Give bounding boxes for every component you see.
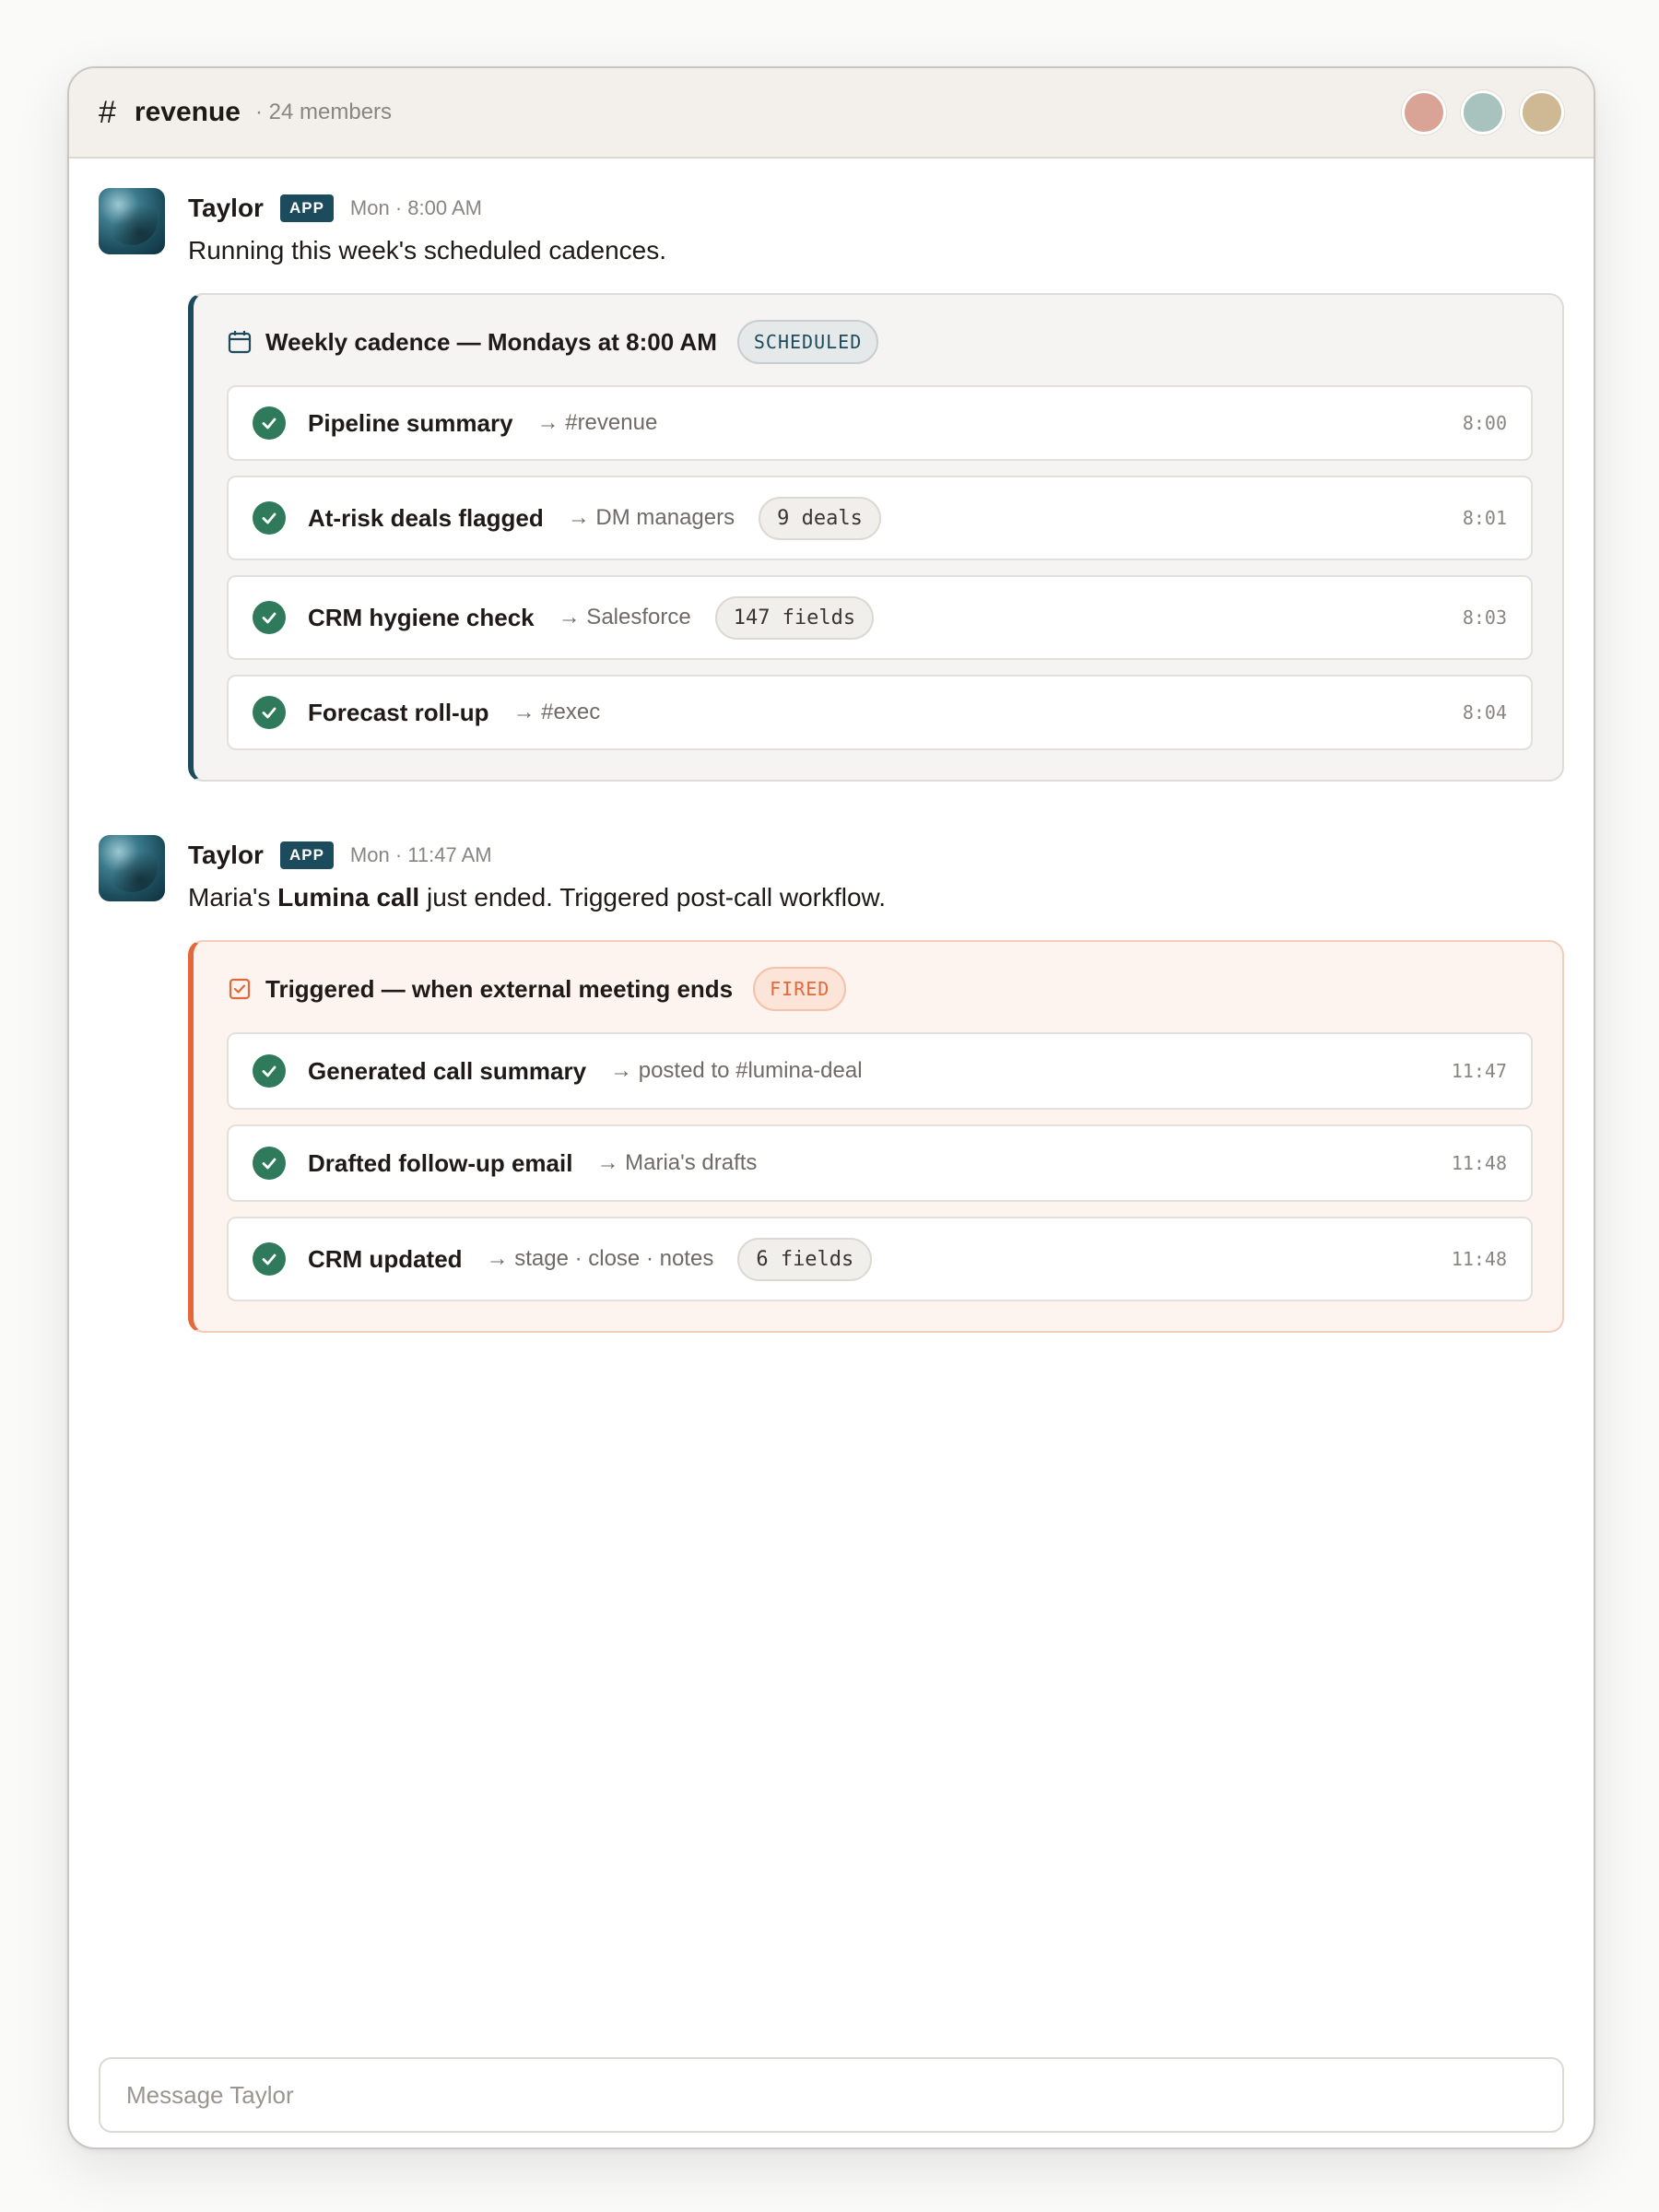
task-time: 8:00	[1462, 412, 1507, 434]
task-title: CRM hygiene check	[308, 603, 535, 631]
task-title: Pipeline summary	[308, 408, 513, 437]
task-destination: → stage · close · notes	[486, 1246, 714, 1271]
task-title: Generated call summary	[308, 1056, 587, 1085]
card-title: Triggered — when external meeting ends	[265, 974, 734, 1003]
check-icon	[253, 501, 286, 535]
cadence-card: Weekly cadence — Mondays at 8:00 AM SCHE…	[188, 293, 1564, 782]
status-badge: SCHEDULED	[736, 320, 879, 364]
task-time: 8:01	[1462, 507, 1507, 529]
task-time: 11:48	[1451, 1248, 1507, 1270]
task-time: 11:48	[1451, 1152, 1507, 1174]
message-author[interactable]: Taylor	[188, 841, 264, 870]
task-destination: → DM managers	[567, 505, 735, 530]
app-badge: APP	[279, 841, 334, 869]
list-item[interactable]: Forecast roll-up → #exec 8:04	[227, 675, 1533, 750]
check-icon	[253, 601, 286, 634]
list-item[interactable]: Generated call summary → posted to #lumi…	[227, 1032, 1533, 1110]
status-badge: FIRED	[753, 967, 847, 1011]
member-avatars[interactable]	[1402, 90, 1564, 135]
calendar-icon	[227, 329, 253, 355]
message-input[interactable]	[126, 2080, 1536, 2110]
message-text: Maria's Lumina call just ended. Triggere…	[188, 883, 886, 912]
message: Taylor APP Mon · 11:47 AM Maria's Lumina…	[99, 835, 1564, 1333]
task-destination: → posted to #lumina-deal	[610, 1058, 863, 1083]
count-pill[interactable]: 6 fields	[737, 1237, 873, 1281]
task-destination: → Salesforce	[558, 605, 691, 629]
list-item[interactable]: Pipeline summary → #revenue 8:00	[227, 385, 1533, 461]
card-title: Weekly cadence — Mondays at 8:00 AM	[265, 327, 717, 356]
avatar[interactable]	[1461, 90, 1505, 135]
task-title: At-risk deals flagged	[308, 503, 544, 532]
checkbox-icon	[227, 976, 253, 1002]
list-item[interactable]: CRM updated → stage · close · notes 6 fi…	[227, 1217, 1533, 1301]
chat-window: # revenue · 24 members Taylor APP Mon · …	[67, 66, 1595, 2149]
message: Taylor APP Mon · 8:00 AM Running this we…	[99, 188, 1564, 782]
task-destination: → #exec	[512, 700, 601, 724]
avatar[interactable]	[1520, 90, 1564, 135]
task-title: CRM updated	[308, 1244, 463, 1273]
avatar[interactable]	[99, 835, 165, 901]
trigger-card: Triggered — when external meeting ends F…	[188, 940, 1564, 1333]
check-icon	[253, 1147, 286, 1180]
check-icon	[253, 1054, 286, 1088]
app-badge: APP	[279, 194, 334, 222]
avatar[interactable]	[1402, 90, 1446, 135]
member-count[interactable]: · 24 members	[255, 100, 392, 125]
message-text: Running this week's scheduled cadences.	[188, 236, 666, 265]
check-icon	[253, 1242, 286, 1276]
channel-name[interactable]: revenue	[135, 97, 241, 128]
count-pill[interactable]: 147 fields	[714, 595, 875, 640]
message-timestamp[interactable]: Mon · 8:00 AM	[350, 196, 482, 220]
message-timestamp[interactable]: Mon · 11:47 AM	[350, 843, 492, 867]
message-author[interactable]: Taylor	[188, 194, 264, 223]
list-item[interactable]: CRM hygiene check → Salesforce 147 field…	[227, 575, 1533, 660]
task-title: Drafted follow-up email	[308, 1148, 573, 1177]
channel-hash-icon: #	[99, 94, 116, 130]
channel-header: # revenue · 24 members	[69, 68, 1594, 159]
task-title: Forecast roll-up	[308, 698, 489, 726]
task-destination: → Maria's drafts	[596, 1150, 758, 1175]
check-icon	[253, 696, 286, 729]
task-time: 8:04	[1462, 701, 1507, 724]
list-item[interactable]: At-risk deals flagged → DM managers 9 de…	[227, 476, 1533, 560]
message-composer	[99, 2057, 1564, 2133]
count-pill[interactable]: 9 deals	[759, 496, 881, 540]
task-destination: → #revenue	[536, 410, 658, 435]
avatar[interactable]	[99, 188, 165, 254]
task-time: 8:03	[1462, 606, 1507, 629]
list-item[interactable]: Drafted follow-up email → Maria's drafts…	[227, 1124, 1533, 1202]
meeting-name: Lumina call	[277, 883, 420, 912]
task-time: 11:47	[1451, 1060, 1507, 1082]
check-icon	[253, 406, 286, 440]
